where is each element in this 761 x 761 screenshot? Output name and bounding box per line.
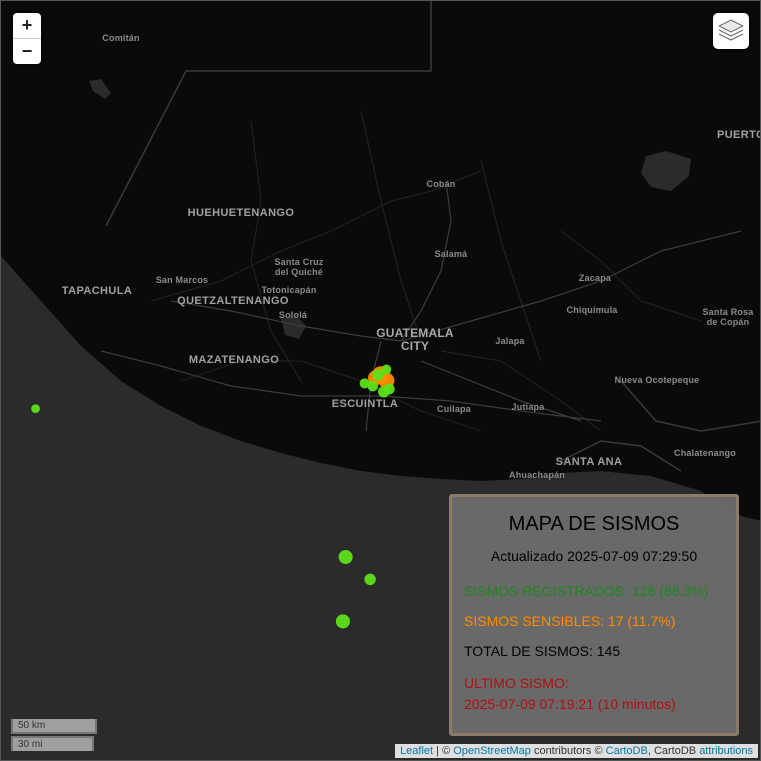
total-count: TOTAL DE SISMOS: 145 [464, 643, 621, 659]
quake-marker-registered[interactable] [383, 383, 395, 395]
quake-marker-registered[interactable] [335, 614, 350, 629]
place-label-salama: Salamá [434, 249, 468, 259]
place-label-cuilapa: Cuilapa [437, 404, 471, 414]
attribution-sep1: | © [433, 745, 454, 757]
place-label-coban: Cobán [426, 179, 456, 189]
panel-title: MAPA DE SISMOS [508, 513, 680, 535]
last-quake-label: ULTIMO SISMO: [464, 675, 569, 691]
place-label-san-marcos: San Marcos [155, 275, 209, 285]
place-label-ahuachapan: Ahuachapán [508, 470, 566, 480]
place-label-totonicapan: Totonicapán [261, 285, 317, 295]
place-label-quetzaltenango: QUETZALTENANGO [177, 295, 289, 307]
place-label-escuintla: ESCUINTLA [331, 398, 399, 410]
quake-marker-registered[interactable] [364, 573, 376, 586]
place-label-santa-ana: SANTA ANA [555, 456, 623, 468]
place-label-santa-cruz: Santa Cruz del Quiché [274, 257, 324, 277]
place-label-guatemala-city: GUATEMALA CITY [376, 326, 454, 353]
scale-bar-mi: 30 mi [11, 736, 94, 751]
zoom-control: + − [13, 13, 41, 64]
place-label-jalapa: Jalapa [495, 336, 525, 346]
layers-icon [718, 19, 744, 41]
quake-marker-registered[interactable] [381, 364, 392, 375]
land-mass [1, 1, 760, 521]
osm-link[interactable]: OpenStreetMap [453, 745, 531, 757]
place-label-mazatenango: MAZATENANGO [188, 354, 280, 366]
place-label-huehuetenango: HUEHUETENANGO [187, 207, 295, 219]
felt-count: SISMOS SENSIBLES: 17 (11.7%) [464, 613, 676, 629]
attribution: Leaflet | © OpenStreetMap contributors ©… [395, 744, 758, 758]
place-label-santa-rosa-copan: Santa Rosa de Copán [702, 307, 754, 327]
scale-km-label: 50 km [11, 719, 97, 734]
place-label-chiquimula: Chiquimula [566, 305, 618, 315]
place-label-puerto: PUERTO [716, 129, 761, 141]
place-label-zacapa: Zacapa [578, 273, 612, 283]
layers-button[interactable] [713, 13, 749, 49]
earthquake-summary-panel: MAPA DE SISMOS Actualizado 2025-07-09 07… [449, 494, 739, 736]
attribution-contrib: contributors © [530, 745, 606, 757]
registered-count: SISMOS REGISTRADOS: 128 (88.3%) [464, 583, 709, 599]
place-label-tapachula: TAPACHULA [61, 285, 133, 297]
leaflet-link[interactable]: Leaflet [400, 745, 433, 757]
zoom-out-button[interactable]: − [13, 38, 41, 64]
cartodb-link[interactable]: CartoDB [606, 745, 648, 757]
place-label-chalatenango: Chalatenango [674, 448, 736, 458]
attribution-sep2: , CartoDB [647, 745, 700, 757]
map-canvas[interactable]: Comitán HUEHUETENANGO Cobán PUERTO TAPAC… [0, 0, 761, 761]
quake-marker-registered[interactable] [359, 378, 370, 389]
place-label-jutiapa: Jutiapa [511, 402, 545, 412]
quake-marker-registered[interactable] [338, 549, 353, 565]
scale-mi-label: 30 mi [11, 736, 94, 751]
place-label-solola: Sololá [278, 310, 308, 320]
place-label-comitan: Comitán [102, 33, 140, 43]
last-quake: ULTIMO SISMO: 2025-07-09 07:19:21 (10 mi… [464, 673, 736, 715]
panel-updated: Actualizado 2025-07-09 07:29:50 [490, 548, 698, 564]
attributions-link[interactable]: attributions [699, 745, 753, 757]
last-quake-value: 2025-07-09 07:19:21 (10 minutos) [464, 696, 676, 712]
quake-marker-registered[interactable] [31, 404, 40, 413]
zoom-in-button[interactable]: + [13, 13, 41, 38]
scale-bar-km: 50 km [11, 719, 97, 734]
place-label-nueva-ocotepeque: Nueva Ocotepeque [614, 375, 700, 385]
